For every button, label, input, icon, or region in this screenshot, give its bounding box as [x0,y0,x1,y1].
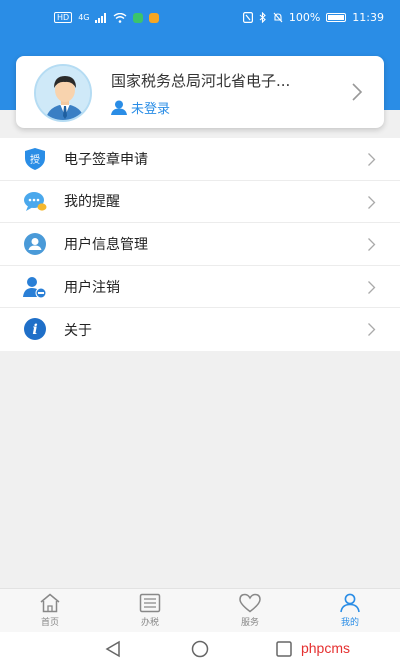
watermark: phpcms [300,640,350,656]
organization-name: 国家税务总局河北省电子... [111,72,291,90]
menu-item-user-logout[interactable]: 用户注销 [0,266,400,309]
info-icon-text: i [32,322,37,338]
tab-label: 首页 [40,618,59,628]
tab-label: 服务 [240,618,259,628]
avatar [34,64,92,122]
chevron-right-icon [368,323,376,337]
menu-item-esignature[interactable]: 授 电子签章申请 [0,138,400,181]
tab-tax[interactable]: 办税 [100,593,200,633]
menu-item-label: 用户注销 [64,279,120,296]
menu-item-label: 关于 [64,322,92,339]
chat-bubble-icon [24,191,47,211]
chevron-right-icon [368,280,376,294]
signal-icon [95,12,107,23]
chevron-right-icon [368,238,376,252]
menu-item-label: 我的提醒 [64,194,120,211]
person-icon [111,100,127,115]
menu-item-label: 用户信息管理 [64,236,148,253]
menu-list: 授 电子签章申请 我的提醒 用户信息管理 用户注销 i 关于 [0,138,400,351]
login-status[interactable]: 未登录 [111,98,170,117]
user-remove-icon [23,276,47,299]
person-icon [340,593,360,613]
chevron-right-icon [352,83,363,101]
profile-card[interactable]: 国家税务总局河北省电子... 未登录 [16,56,384,128]
list-icon [139,593,161,613]
shield-seal-text: 授 [30,153,40,166]
user-info-icon [24,233,46,256]
info-icon: i [24,318,46,341]
menu-item-reminders[interactable]: 我的提醒 [0,181,400,224]
tab-service[interactable]: 服务 [200,593,300,633]
app-notification-icon [133,12,144,23]
battery-icon [326,13,347,22]
battery-percent: 100% [288,11,321,24]
nfc-icon [242,12,253,23]
status-bar-right: 100% 11:39 [242,11,384,24]
chevron-right-icon [368,195,376,209]
home-button-icon[interactable] [190,640,210,658]
tab-label: 办税 [140,618,159,628]
recent-apps-icon[interactable] [276,640,292,658]
network-label: 4G [78,13,90,22]
app-notification-icon [149,12,160,23]
user-avatar-icon [36,66,90,120]
clock: 11:39 [352,11,384,24]
system-navigation-bar: phpcms [0,632,400,666]
hd-badge: HD [54,12,73,23]
back-icon[interactable] [104,640,122,658]
status-bar-left: HD 4G [54,12,160,23]
login-status-label: 未登录 [131,102,171,117]
heart-icon [239,593,261,613]
tab-mine[interactable]: 我的 [300,593,400,633]
home-icon [40,593,60,613]
menu-item-about[interactable]: i 关于 [0,308,400,351]
bottom-tab-bar: 首页 办税 服务 我的 [0,588,400,632]
wifi-icon [114,12,127,23]
shield-seal-icon: 授 [25,148,45,170]
mute-icon [273,12,283,23]
tab-home[interactable]: 首页 [0,593,100,633]
bluetooth-icon [259,12,266,23]
menu-item-label: 电子签章申请 [64,151,148,168]
chevron-right-icon [368,153,376,166]
menu-item-user-info[interactable]: 用户信息管理 [0,223,400,266]
status-bar: HD 4G 100% 11:39 [0,0,400,36]
tab-label: 我的 [340,618,359,628]
